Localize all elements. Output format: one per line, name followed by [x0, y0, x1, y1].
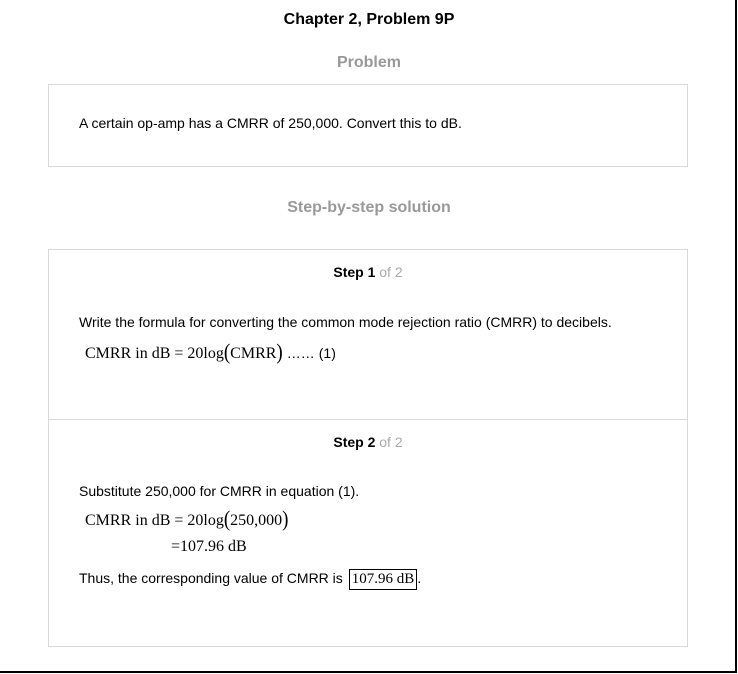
solution-heading: Step-by-step solution — [287, 199, 451, 216]
eq1-equals: = — [174, 345, 184, 362]
step-1-count: of 2 — [379, 264, 403, 280]
step-2-count: of 2 — [379, 434, 403, 450]
eq1-arg: CMRR — [230, 345, 277, 362]
eq2-close-paren: ) — [282, 507, 289, 532]
step-1-header: Step 1 of 2 — [49, 264, 687, 280]
eq2b-value: 107.96 dB — [180, 538, 247, 555]
conclusion-text: Thus, the corresponding value of CMRR is — [79, 570, 343, 586]
problem-text: A certain op-amp has a CMRR of 250,000. … — [79, 115, 462, 131]
conclusion-period: . — [417, 570, 422, 586]
eq1-fn: log — [203, 345, 224, 362]
eq2-coef: 20 — [187, 512, 204, 529]
step-2-equation-line-1: CMRR in dB = 20log(250,000) — [85, 507, 289, 532]
step-2-label: Step 2 — [333, 434, 376, 450]
step-1: Step 1 of 2 Write the formula for conver… — [49, 250, 687, 419]
step-2-equation-line-2: =107.96 dB — [171, 538, 247, 556]
step-2-text: Substitute 250,000 for CMRR in equation … — [79, 483, 360, 499]
solution-box: Step 1 of 2 Write the formula for conver… — [48, 249, 688, 647]
eq1-close-paren: ) — [276, 340, 283, 365]
eq2b-equals: = — [171, 538, 181, 555]
page-title: Chapter 2, Problem 9P — [283, 11, 455, 28]
eq1-tag-dots: …… — [286, 345, 315, 361]
step-1-equation: CMRR in dB = 20log(CMRR) …… (1) — [85, 340, 336, 365]
eq2-equals: = — [174, 512, 184, 529]
eq2-open-paren: ( — [223, 507, 231, 532]
eq1-open-paren: ( — [223, 340, 231, 365]
step-1-label: Step 1 — [333, 264, 376, 280]
problem-box: A certain op-amp has a CMRR of 250,000. … — [48, 84, 688, 167]
eq2-fn: log — [203, 512, 224, 529]
eq1-tag: (1) — [318, 345, 336, 361]
eq1-lhs: CMRR in dB — [85, 345, 171, 362]
problem-heading: Problem — [336, 54, 401, 71]
eq2-lhs: CMRR in dB — [85, 512, 171, 529]
step-2-header: Step 2 of 2 — [49, 434, 687, 450]
eq2-arg: 250,000 — [230, 512, 283, 529]
answer-box: 107.96 dB — [348, 569, 418, 590]
step-2: Step 2 of 2 Substitute 250,000 for CMRR … — [49, 419, 687, 646]
step-2-conclusion: Thus, the corresponding value of CMRR is… — [79, 569, 421, 590]
step-1-text: Write the formula for converting the com… — [79, 314, 612, 330]
eq1-coef: 20 — [187, 345, 204, 362]
